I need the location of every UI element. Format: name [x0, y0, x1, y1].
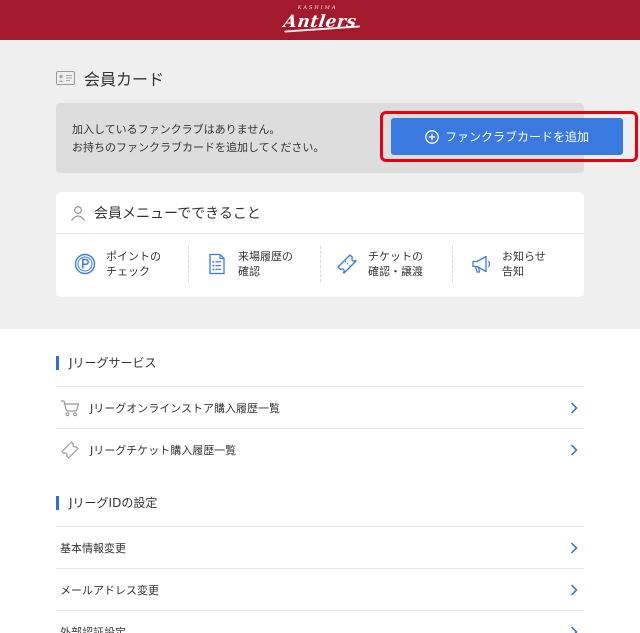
chevron-right-icon — [570, 542, 578, 554]
row-ticket-history[interactable]: Jリーグチケット購入履歴一覧 — [56, 428, 584, 471]
member-menu-header: 会員メニューでできること — [56, 192, 584, 234]
chevron-right-icon — [570, 626, 578, 633]
section-title-jleague-id: JリーグIDの設定 — [56, 496, 157, 510]
row-label: Jリーグチケット購入履歴一覧 — [90, 444, 237, 457]
feature-divider — [188, 246, 189, 282]
row-label: メールアドレス変更 — [60, 584, 159, 597]
member-menu-card: 会員メニューでできること ポイントの チェック 来場履歴の 確認 チケットの 確 — [56, 192, 584, 297]
antlers-logo[interactable]: KASHIMA Antlers — [282, 5, 360, 33]
add-button-label: ファンクラブカードを追加 — [444, 130, 589, 144]
row-label: 外部認証設定 — [60, 626, 126, 633]
chevron-right-icon — [570, 402, 578, 414]
cart-icon — [61, 400, 80, 417]
feature-label: チケットの 確認・譲渡 — [368, 250, 423, 278]
point-icon — [74, 253, 96, 275]
app-header: KASHIMA Antlers — [0, 0, 640, 40]
no-fanclub-notice: 加入しているファンクラブはありません。 お持ちのファンクラブカードを追加してくだ… — [56, 103, 638, 173]
list-icon — [209, 253, 225, 275]
feature-ticket: チケットの 確認・譲渡 — [336, 244, 423, 284]
row-label: Jリーグオンラインストア購入履歴一覧 — [90, 402, 281, 415]
ticket-icon — [337, 254, 357, 274]
add-fanclub-card-button[interactable]: ファンクラブカードを追加 — [391, 118, 623, 155]
section-title-jleague-services: Jリーグサービス — [56, 356, 157, 370]
ticket-icon — [61, 441, 79, 459]
notice-line-1: 加入しているファンクラブはありません。 — [72, 123, 281, 136]
feature-divider — [452, 246, 453, 282]
row-external-auth[interactable]: 外部認証設定 — [56, 610, 584, 633]
notice-line-2: お持ちのファンクラブカードを追加してください。 — [72, 141, 325, 154]
row-email-change[interactable]: メールアドレス変更 — [56, 568, 584, 611]
feature-divider — [320, 246, 321, 282]
feature-label: 来場履歴の 確認 — [238, 250, 293, 278]
row-label: 基本情報変更 — [60, 542, 126, 555]
page-title: 会員カード — [84, 70, 165, 89]
feature-point-check: ポイントの チェック — [74, 244, 161, 284]
plus-circle-icon — [425, 129, 439, 144]
megaphone-icon — [472, 255, 491, 273]
user-icon — [71, 205, 85, 221]
logo-subtext: KASHIMA — [296, 5, 338, 11]
chevron-right-icon — [570, 444, 578, 456]
feature-label: お知らせ 告知 — [502, 250, 546, 278]
feature-visit-history: 来場履歴の 確認 — [206, 244, 293, 284]
feature-label: ポイントの チェック — [106, 250, 161, 278]
member-menu-title: 会員メニューでできること — [94, 205, 261, 222]
row-online-store-history[interactable]: Jリーグオンラインストア購入履歴一覧 — [56, 386, 584, 429]
add-button-highlight: ファンクラブカードを追加 — [380, 111, 638, 162]
notice-text: 加入しているファンクラブはありません。 お持ちのファンクラブカードを追加してくだ… — [72, 121, 324, 157]
id-card-icon — [56, 71, 75, 85]
row-basic-info[interactable]: 基本情報変更 — [56, 526, 584, 569]
feature-news: お知らせ 告知 — [470, 244, 546, 284]
chevron-right-icon — [570, 584, 578, 596]
member-card-heading: 会員カード — [56, 66, 164, 90]
